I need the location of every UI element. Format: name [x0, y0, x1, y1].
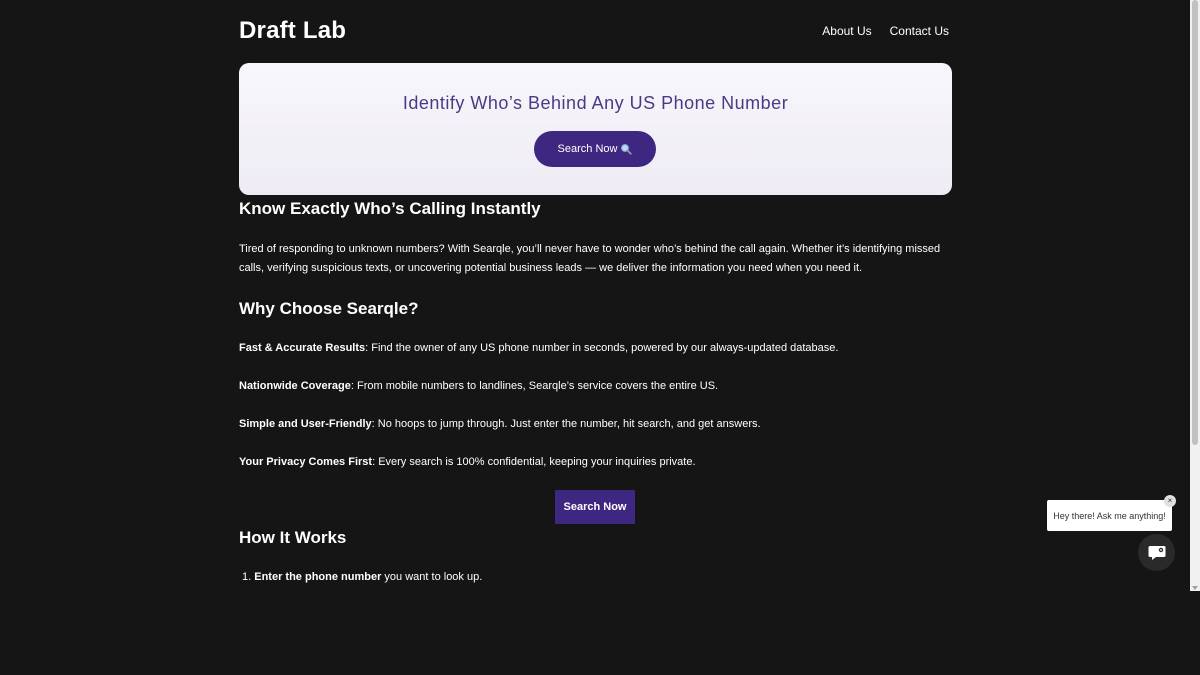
step-item: 1. Enter the phone number you want to lo… — [242, 571, 482, 583]
feature-text: : Find the owner of any US phone number … — [365, 342, 839, 354]
chat-launcher-button[interactable] — [1138, 534, 1175, 571]
page-content: Draft Lab About Us Contact Us Identify W… — [239, 0, 952, 583]
feature-item: Your Privacy Comes First: Every search i… — [239, 456, 696, 468]
nav-contact-us[interactable]: Contact Us — [890, 24, 949, 38]
site-header: Draft Lab About Us Contact Us — [239, 0, 952, 63]
magnifier-icon — [621, 144, 633, 155]
close-icon[interactable]: × — [1164, 495, 1176, 507]
feature-item: Fast & Accurate Results: Find the owner … — [239, 342, 838, 354]
feature-text: : Every search is 100% confidential, kee… — [372, 456, 696, 468]
section-title-why-choose: Why Choose Searqle? — [239, 299, 419, 318]
step-bold: Enter the phone number — [254, 571, 382, 583]
site-logo[interactable]: Draft Lab — [239, 17, 346, 45]
hero-search-button[interactable]: Search Now — [534, 131, 656, 167]
chat-greeting-text: Hey there! Ask me anything! — [1053, 510, 1166, 521]
hero-title: Identify Who’s Behind Any US Phone Numbe… — [402, 93, 789, 113]
scroll-down-icon[interactable] — [1192, 586, 1198, 590]
search-now-button[interactable]: Search Now — [555, 490, 635, 524]
hero-banner: Identify Who’s Behind Any US Phone Numbe… — [239, 63, 952, 195]
main-nav: About Us Contact Us — [822, 24, 949, 38]
feature-title: Your Privacy Comes First — [239, 456, 373, 468]
section-title-calling: Know Exactly Who’s Calling Instantly — [239, 199, 541, 218]
feature-text: : From mobile numbers to landlines, Sear… — [350, 380, 719, 392]
feature-item: Simple and User-Friendly: No hoops to ju… — [239, 418, 761, 430]
page-scrollbar[interactable] — [1190, 0, 1200, 591]
step-number: 1. — [242, 571, 252, 583]
section-title-how-it-works: How It Works — [239, 528, 347, 547]
feature-title: Simple and User-Friendly — [239, 418, 372, 430]
hero-search-button-label: Search Now — [557, 143, 618, 155]
chat-greeting-bubble[interactable]: Hey there! Ask me anything! — [1047, 500, 1172, 531]
intro-paragraph: Tired of responding to unknown numbers? … — [239, 243, 941, 274]
step-text: you want to look up. — [381, 571, 483, 583]
chat-icon — [1148, 545, 1165, 560]
feature-item: Nationwide Coverage: From mobile numbers… — [239, 380, 718, 392]
feature-title: Nationwide Coverage — [239, 380, 351, 392]
feature-text: : No hoops to jump through. Just enter t… — [371, 418, 761, 430]
feature-title: Fast & Accurate Results — [239, 342, 366, 354]
nav-about-us[interactable]: About Us — [822, 24, 871, 38]
scrollbar-thumb[interactable] — [1192, 0, 1198, 445]
